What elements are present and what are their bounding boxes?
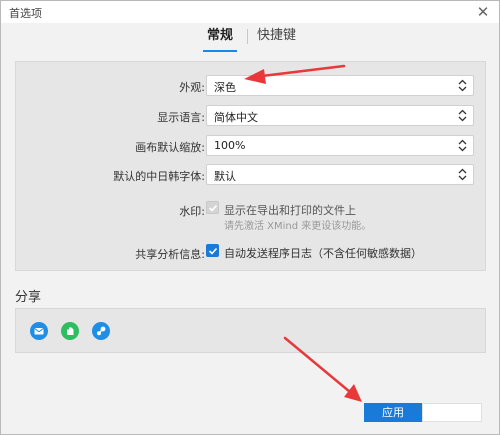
analytics-checkbox-label: 自动发送程序日志（不含任何敏感数据） — [224, 247, 422, 260]
select-updown-icon — [458, 139, 467, 152]
language-select[interactable]: 简体中文 — [206, 105, 474, 126]
cjk-font-select[interactable]: 默认 — [206, 164, 474, 185]
zoom-row: 画布默认缩放: 100% — [16, 135, 487, 157]
title-bar: 首选项 ✕ — [1, 1, 499, 23]
watermark-row: 水印: 显示在导出和打印的文件上 请先激活 XMind 来更设该功能。 — [16, 199, 487, 233]
share-panel — [15, 308, 486, 353]
active-tab-indicator — [203, 50, 238, 52]
evernote-icon[interactable] — [61, 322, 79, 340]
tab-divider — [247, 29, 248, 44]
analytics-label: 共享分析信息: — [135, 248, 205, 261]
tab-shortcuts[interactable]: 快捷键 — [257, 26, 296, 48]
checkmark-icon — [208, 247, 218, 255]
close-button[interactable]: ✕ — [473, 3, 493, 21]
cjk-font-value: 默认 — [214, 170, 236, 183]
zoom-label: 画布默认缩放: — [135, 141, 205, 154]
watermark-checkbox[interactable] — [206, 201, 219, 214]
link-icon[interactable] — [92, 322, 110, 340]
analytics-checkbox[interactable] — [206, 244, 219, 257]
select-updown-icon — [458, 109, 467, 122]
appearance-value: 深色 — [214, 81, 236, 94]
tab-general[interactable]: 常规 — [203, 26, 238, 52]
general-settings-panel: 外观: 深色 显示语言: 简体中文 画布默认缩放: 100% 默认的中日韩字体: — [15, 61, 486, 271]
language-label: 显示语言: — [157, 111, 205, 124]
apply-button[interactable]: 应用 — [364, 403, 422, 422]
mail-icon[interactable] — [30, 322, 48, 340]
watermark-label: 水印: — [179, 205, 205, 218]
preferences-window: 首选项 ✕ 常规 快捷键 外观: 深色 显示语言: 简体中文 画布默认缩放: 1… — [0, 0, 500, 435]
select-updown-icon — [458, 79, 467, 92]
appearance-select[interactable]: 深色 — [206, 75, 474, 96]
tab-bar: 常规 快捷键 — [1, 23, 499, 52]
language-row: 显示语言: 简体中文 — [16, 105, 487, 127]
language-value: 简体中文 — [214, 111, 258, 124]
cjk-font-label: 默认的中日韩字体: — [113, 170, 205, 183]
tab-general-label: 常规 — [207, 28, 234, 43]
zoom-select[interactable]: 100% — [206, 135, 474, 156]
cjk-font-row: 默认的中日韩字体: 默认 — [16, 164, 487, 186]
secondary-button[interactable] — [422, 403, 482, 422]
share-section-title: 分享 — [15, 290, 42, 305]
checkmark-icon — [208, 204, 218, 212]
appearance-label: 外观: — [179, 81, 205, 94]
zoom-value: 100% — [214, 139, 246, 152]
window-title: 首选项 — [9, 7, 42, 20]
select-updown-icon — [458, 168, 467, 181]
tab-shortcuts-label: 快捷键 — [257, 28, 297, 43]
watermark-checkbox-label: 显示在导出和打印的文件上 — [224, 204, 356, 217]
watermark-hint: 请先激活 XMind 来更设该功能。 — [224, 221, 372, 232]
analytics-row: 共享分析信息: 自动发送程序日志（不含任何敏感数据） — [16, 242, 487, 264]
appearance-row: 外观: 深色 — [16, 75, 487, 97]
